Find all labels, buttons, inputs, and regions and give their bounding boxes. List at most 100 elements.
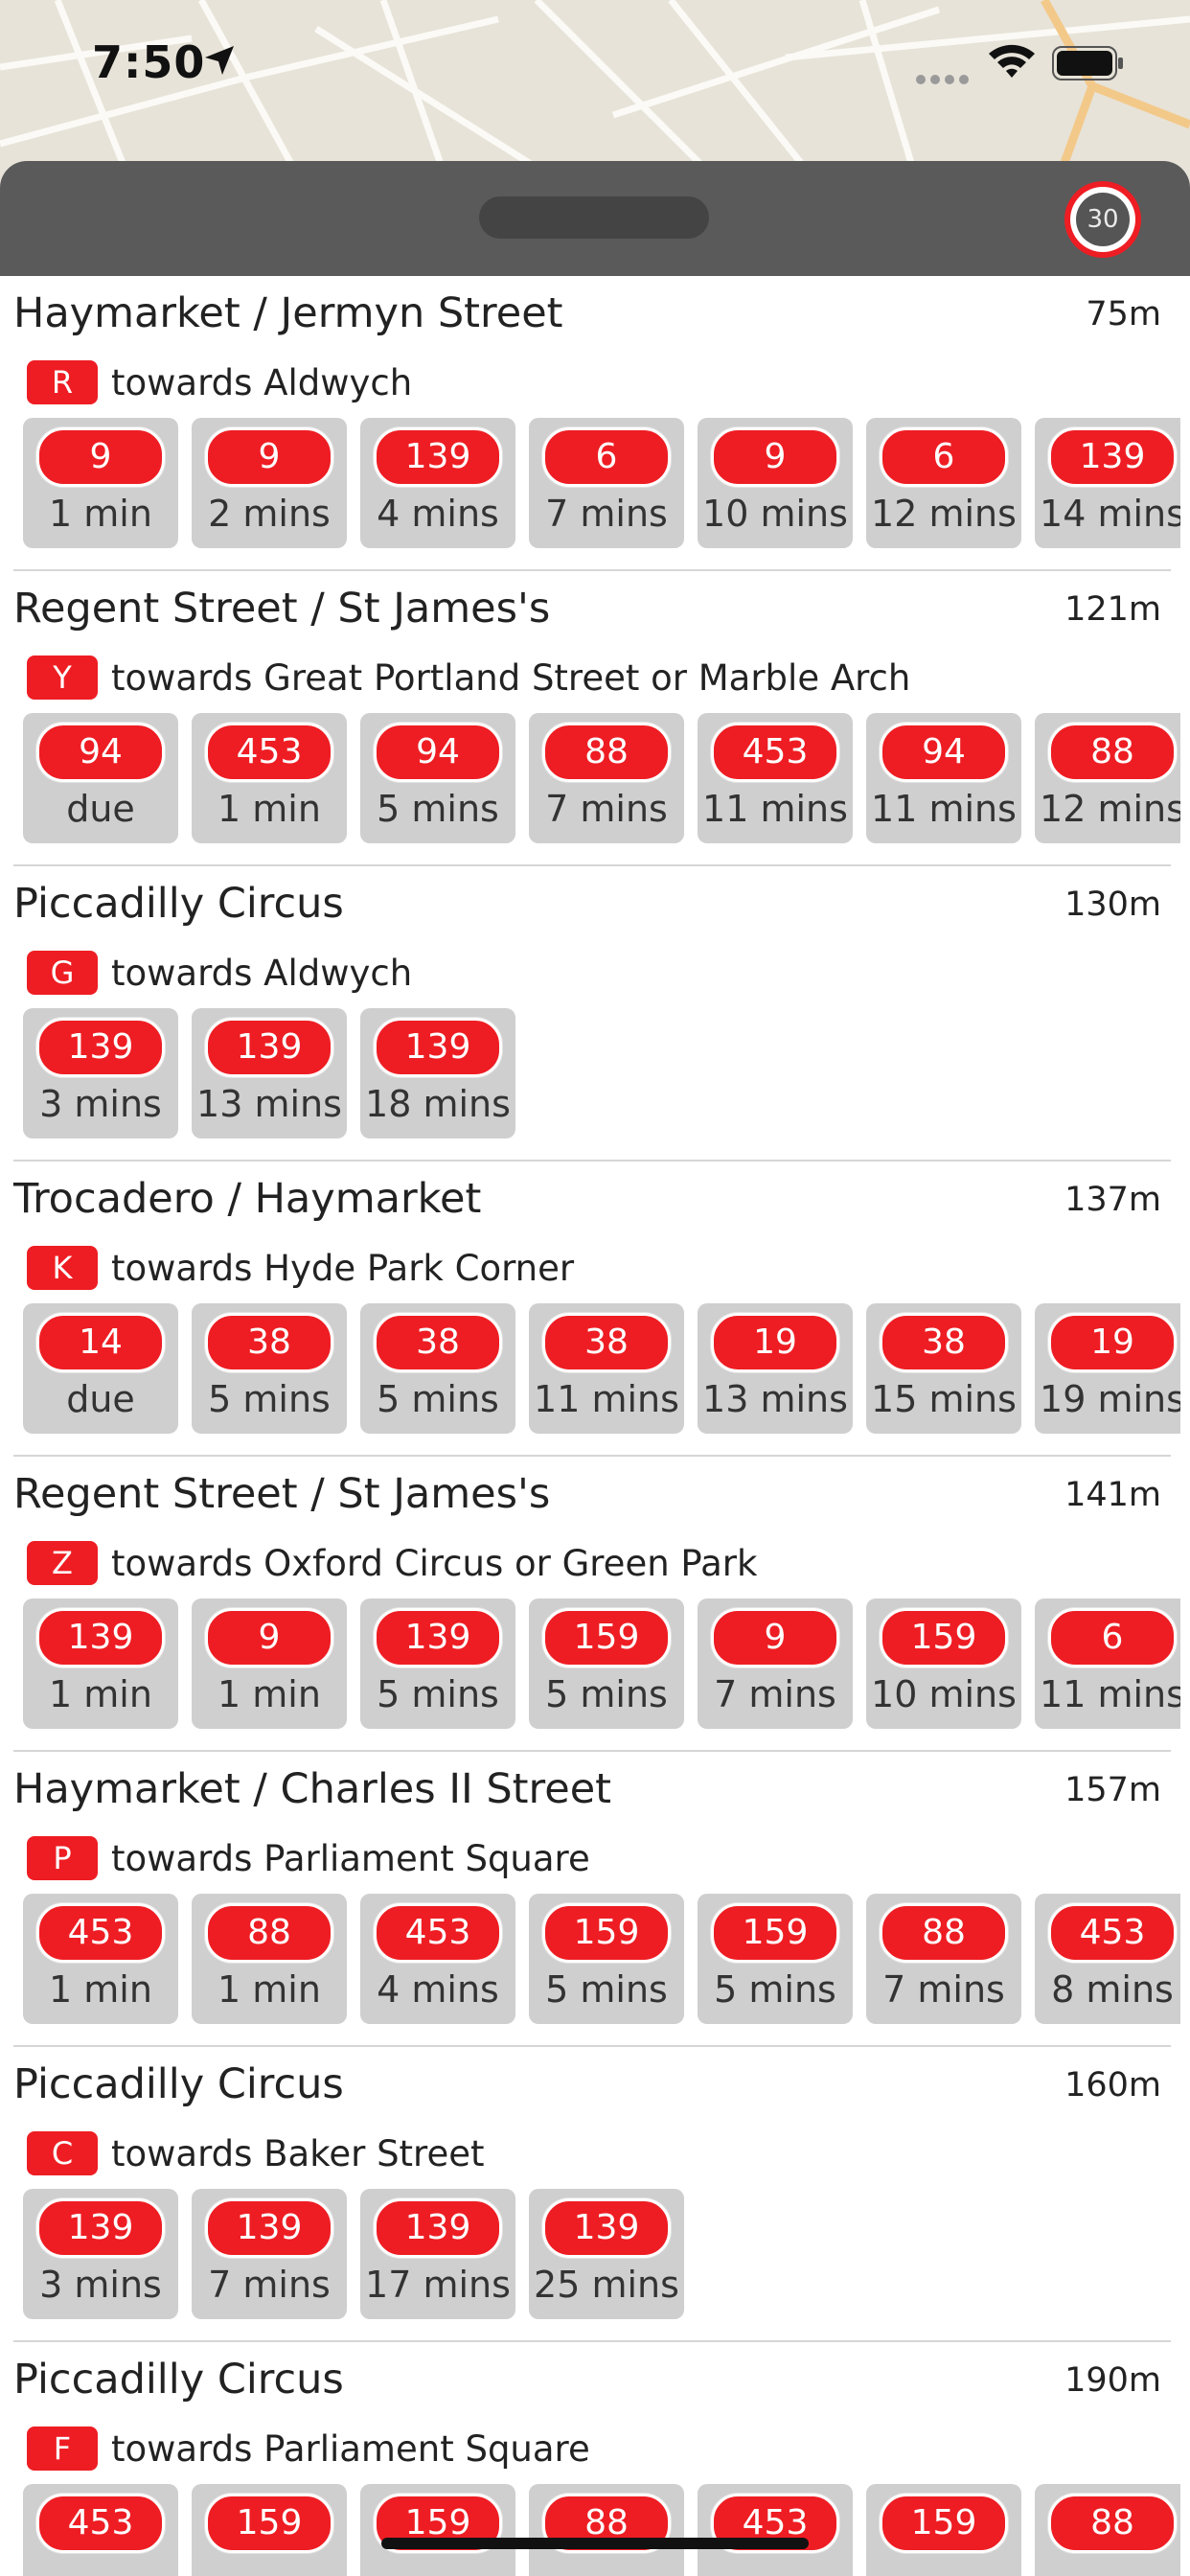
departure-tile[interactable]: 94 due — [23, 713, 178, 843]
departure-tile[interactable]: 453 — [698, 2484, 853, 2576]
route-number-badge: 159 — [542, 1608, 671, 1668]
departure-tile[interactable]: 88 1 min — [192, 1894, 347, 2024]
departure-tile[interactable]: 159 — [866, 2484, 1021, 2576]
departures-strip[interactable]: 139 1 min 9 1 min 139 5 mins 159 5 mins 9 7 mins 1… — [23, 1598, 1180, 1733]
departure-eta: 11 mins — [1040, 1673, 1180, 1715]
route-number-badge: 139 — [205, 2198, 333, 2258]
sheet-header[interactable]: 30 — [0, 161, 1190, 276]
battery-icon — [1052, 46, 1123, 80]
departure-tile[interactable]: 38 5 mins — [192, 1303, 347, 1434]
refresh-countdown-button[interactable]: 30 — [1062, 178, 1144, 261]
departure-tile[interactable]: 88 12 mins — [1035, 713, 1180, 843]
departure-tile[interactable]: 88 7 mins — [529, 713, 684, 843]
route-number-badge: 88 — [542, 723, 671, 782]
stop-towards-label: towards Aldwych — [111, 361, 413, 403]
stop-row[interactable]: Haymarket / Jermyn Street 75m Rtowards Ald… — [13, 276, 1180, 571]
departure-tile[interactable]: 139 17 mins — [360, 2189, 515, 2319]
departure-eta: 5 mins — [545, 1968, 668, 2011]
departure-tile[interactable]: 453 11 mins — [698, 713, 853, 843]
stop-row[interactable]: Regent Street / St James's 141m Ztowards O… — [13, 1457, 1180, 1752]
departure-tile[interactable]: 6 7 mins — [529, 418, 684, 548]
departure-tile[interactable]: 139 5 mins — [360, 1598, 515, 1729]
departure-tile[interactable]: 9 10 mins — [698, 418, 853, 548]
departure-tile[interactable]: 139 13 mins — [192, 1008, 347, 1138]
departure-tile[interactable]: 453 4 mins — [360, 1894, 515, 2024]
departures-strip[interactable]: 9 1 min 9 2 mins 139 4 mins 6 7 mins 9 10 mins 6 12… — [23, 418, 1180, 552]
stop-distance: 160m — [1064, 2066, 1161, 2104]
departure-tile[interactable]: 9 2 mins — [192, 418, 347, 548]
route-number-badge: 159 — [880, 1608, 1008, 1668]
departure-tile[interactable]: 19 19 mins — [1035, 1303, 1180, 1434]
stop-direction: Ftowards Parliament Square — [27, 2426, 590, 2471]
departure-tile[interactable]: 94 11 mins — [866, 713, 1021, 843]
departure-tile[interactable]: 453 8 mins — [1035, 1894, 1180, 2024]
departure-tile[interactable]: 139 18 mins — [360, 1008, 515, 1138]
departure-tile[interactable]: 139 14 mins — [1035, 418, 1180, 548]
stop-towards-label: towards Baker Street — [111, 2132, 485, 2174]
stop-row[interactable]: Haymarket / Charles II Street 157m Ptoward… — [13, 1752, 1180, 2047]
departure-tile[interactable]: 38 11 mins — [529, 1303, 684, 1434]
stop-direction: Ztowards Oxford Circus or Green Park — [27, 1541, 757, 1585]
departure-tile[interactable]: 94 5 mins — [360, 713, 515, 843]
departure-tile[interactable]: 19 13 mins — [698, 1303, 853, 1434]
departures-strip[interactable]: 453 1 min 88 1 min 453 4 mins 159 5 mins 159 5 mi… — [23, 1894, 1180, 2028]
departure-tile[interactable]: 159 5 mins — [698, 1894, 853, 2024]
route-number-badge: 88 — [880, 1903, 1008, 1963]
home-indicator[interactable] — [381, 2538, 809, 2549]
stop-row[interactable]: Regent Street / St James's 121m Ytowards G… — [13, 571, 1180, 866]
stop-row[interactable]: Piccadilly Circus 130m Gtowards Aldwych 139… — [13, 866, 1171, 1162]
departure-tile[interactable]: 38 15 mins — [866, 1303, 1021, 1434]
route-number-badge: 6 — [542, 427, 671, 487]
route-number-badge: 19 — [1048, 1313, 1177, 1372]
departure-tile[interactable]: 453 1 min — [192, 713, 347, 843]
departure-eta: 5 mins — [714, 1968, 836, 2011]
departure-eta: 11 mins — [534, 1378, 679, 1420]
departure-tile[interactable]: 88 — [1035, 2484, 1180, 2576]
refresh-countdown-value: 30 — [1087, 205, 1119, 234]
departure-tile[interactable]: 159 — [192, 2484, 347, 2576]
departure-eta: 11 mins — [871, 788, 1017, 830]
departures-strip[interactable]: 139 3 mins 139 7 mins 139 17 mins 139 25 mins — [23, 2189, 1180, 2323]
stop-name: Piccadilly Circus — [13, 880, 344, 928]
departure-tile[interactable]: 38 5 mins — [360, 1303, 515, 1434]
departure-tile[interactable]: 453 — [23, 2484, 178, 2576]
departure-eta: 10 mins — [702, 493, 848, 535]
stop-letter-badge: F — [27, 2426, 98, 2471]
departure-tile[interactable]: 139 3 mins — [23, 1008, 178, 1138]
sheet-grabber-handle[interactable] — [479, 196, 709, 239]
stop-direction: Gtowards Aldwych — [27, 951, 412, 995]
departure-eta: 5 mins — [545, 1673, 668, 1715]
departure-tile[interactable]: 139 4 mins — [360, 418, 515, 548]
departure-tile[interactable]: 88 7 mins — [866, 1894, 1021, 2024]
departure-tile[interactable]: 6 11 mins — [1035, 1598, 1180, 1729]
departures-strip[interactable]: 14 due 38 5 mins 38 5 mins 38 11 mins 19 13 mins 3… — [23, 1303, 1180, 1438]
stop-distance: 190m — [1064, 2361, 1161, 2400]
departure-tile[interactable]: 453 1 min — [23, 1894, 178, 2024]
departure-tile[interactable]: 9 7 mins — [698, 1598, 853, 1729]
stop-name: Regent Street / St James's — [13, 585, 551, 632]
stop-letter-badge: K — [27, 1246, 98, 1290]
route-number-badge: 88 — [1048, 723, 1177, 782]
departure-tile[interactable]: 159 10 mins — [866, 1598, 1021, 1729]
departure-tile[interactable]: 9 1 min — [23, 418, 178, 548]
stop-row[interactable]: Trocadero / Haymarket 137m Ktowards Hyde P… — [13, 1162, 1180, 1457]
departure-tile[interactable]: 139 7 mins — [192, 2189, 347, 2319]
departure-tile[interactable]: 139 3 mins — [23, 2189, 178, 2319]
stop-row[interactable]: Piccadilly Circus 160m Ctowards Baker Stre… — [13, 2047, 1171, 2342]
departure-tile[interactable]: 88 — [529, 2484, 684, 2576]
departures-strip[interactable]: 94 due 453 1 min 94 5 mins 88 7 mins 453 11 mins 9… — [23, 713, 1180, 847]
departures-strip[interactable]: 453 159 159 88 453 159 88 — [23, 2484, 1180, 2576]
departure-tile[interactable]: 159 — [360, 2484, 515, 2576]
departures-strip[interactable]: 139 3 mins 139 13 mins 139 18 mins — [23, 1008, 1180, 1142]
departures-sheet: 30 Haymarket / Jermyn Street 75m Rtowards … — [0, 161, 1190, 2576]
route-number-badge: 6 — [880, 427, 1008, 487]
departure-tile[interactable]: 9 1 min — [192, 1598, 347, 1729]
departure-tile[interactable]: 139 1 min — [23, 1598, 178, 1729]
departure-tile[interactable]: 159 5 mins — [529, 1894, 684, 2024]
departure-tile[interactable]: 159 5 mins — [529, 1598, 684, 1729]
departure-tile[interactable]: 139 25 mins — [529, 2189, 684, 2319]
signal-strength-icon — [916, 75, 969, 84]
departure-tile[interactable]: 14 due — [23, 1303, 178, 1434]
stop-name: Haymarket / Jermyn Street — [13, 289, 563, 337]
departure-tile[interactable]: 6 12 mins — [866, 418, 1021, 548]
